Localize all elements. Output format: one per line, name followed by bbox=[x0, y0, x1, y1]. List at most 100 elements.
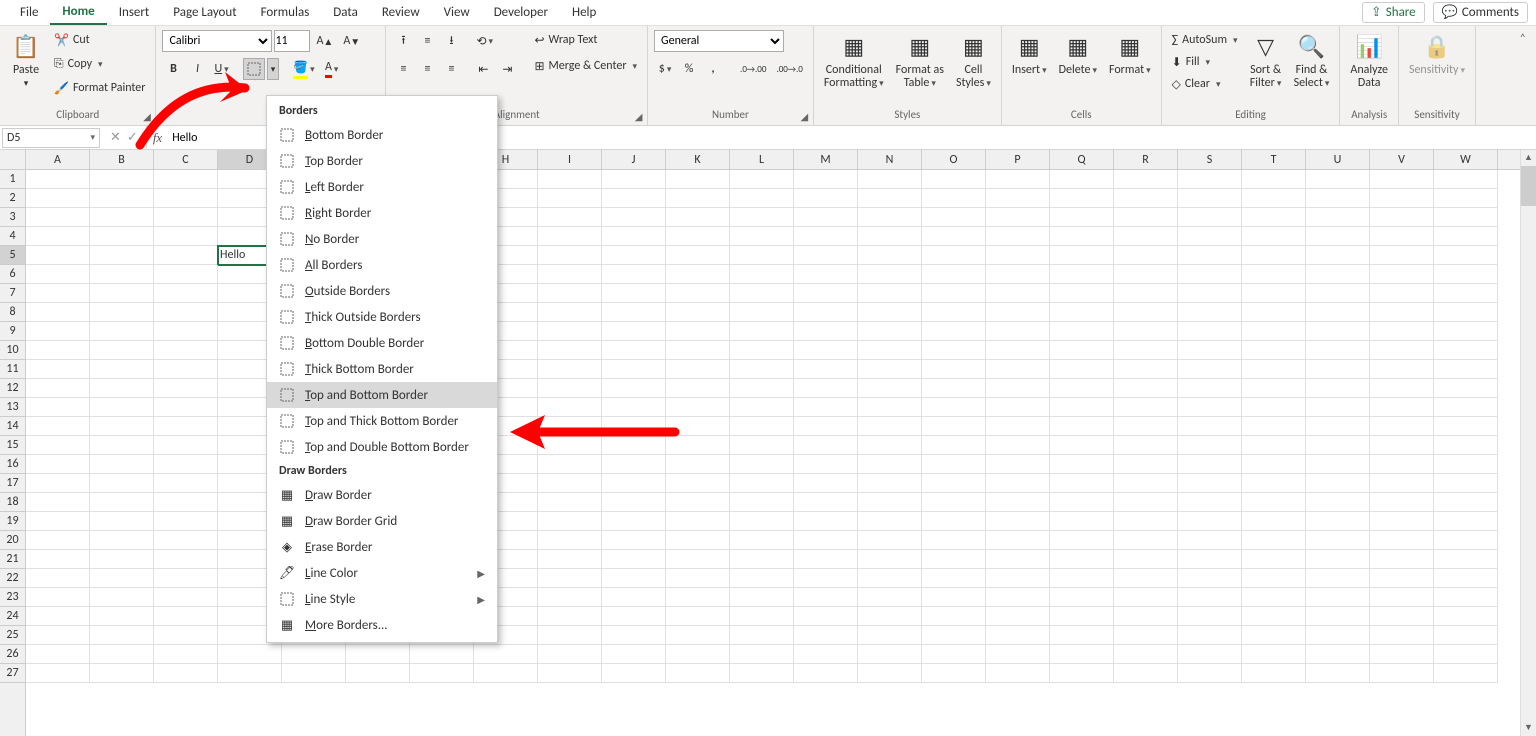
cell-N19[interactable] bbox=[858, 512, 922, 531]
cell-O13[interactable] bbox=[922, 398, 986, 417]
cell-Q21[interactable] bbox=[1050, 550, 1114, 569]
cell-A17[interactable] bbox=[26, 474, 90, 493]
cell-B19[interactable] bbox=[90, 512, 154, 531]
cell-M5[interactable] bbox=[794, 246, 858, 265]
cell-I27[interactable] bbox=[538, 664, 602, 683]
cell-T22[interactable] bbox=[1242, 569, 1306, 588]
cell-I23[interactable] bbox=[538, 588, 602, 607]
cell-R24[interactable] bbox=[1114, 607, 1178, 626]
cell-N18[interactable] bbox=[858, 493, 922, 512]
cell-P21[interactable] bbox=[986, 550, 1050, 569]
cell-W7[interactable] bbox=[1434, 284, 1498, 303]
copy-button[interactable]: ⎘Copy bbox=[50, 54, 149, 74]
cell-U11[interactable] bbox=[1306, 360, 1370, 379]
cell-W10[interactable] bbox=[1434, 341, 1498, 360]
cell-R11[interactable] bbox=[1114, 360, 1178, 379]
cell-A11[interactable] bbox=[26, 360, 90, 379]
cell-L24[interactable] bbox=[730, 607, 794, 626]
cell-J11[interactable] bbox=[602, 360, 666, 379]
font-color-button[interactable]: A bbox=[321, 58, 343, 80]
cell-E26[interactable] bbox=[282, 645, 346, 664]
cell-W15[interactable] bbox=[1434, 436, 1498, 455]
cell-Q15[interactable] bbox=[1050, 436, 1114, 455]
cell-B7[interactable] bbox=[90, 284, 154, 303]
column-header-R[interactable]: R bbox=[1114, 150, 1178, 169]
cell-O2[interactable] bbox=[922, 189, 986, 208]
scroll-down-button[interactable]: ▼ bbox=[1521, 720, 1536, 736]
cell-W20[interactable] bbox=[1434, 531, 1498, 550]
cell-V24[interactable] bbox=[1370, 607, 1434, 626]
cell-N21[interactable] bbox=[858, 550, 922, 569]
cell-A22[interactable] bbox=[26, 569, 90, 588]
cell-D27[interactable] bbox=[218, 664, 282, 683]
cell-B1[interactable] bbox=[90, 170, 154, 189]
cut-button[interactable]: ✂️Cut bbox=[50, 30, 149, 50]
cell-B27[interactable] bbox=[90, 664, 154, 683]
cell-W11[interactable] bbox=[1434, 360, 1498, 379]
cell-A14[interactable] bbox=[26, 417, 90, 436]
cell-L22[interactable] bbox=[730, 569, 794, 588]
cell-C22[interactable] bbox=[154, 569, 218, 588]
comments-button[interactable]: 💬 Comments bbox=[1433, 2, 1528, 23]
cell-R20[interactable] bbox=[1114, 531, 1178, 550]
cell-J6[interactable] bbox=[602, 265, 666, 284]
cell-T23[interactable] bbox=[1242, 588, 1306, 607]
cell-S5[interactable] bbox=[1178, 246, 1242, 265]
cell-I2[interactable] bbox=[538, 189, 602, 208]
cell-O20[interactable] bbox=[922, 531, 986, 550]
cell-A12[interactable] bbox=[26, 379, 90, 398]
cell-L14[interactable] bbox=[730, 417, 794, 436]
cell-W4[interactable] bbox=[1434, 227, 1498, 246]
cell-L6[interactable] bbox=[730, 265, 794, 284]
alignment-dialog-launcher[interactable]: ◢ bbox=[632, 110, 645, 123]
row-header-3[interactable]: 3 bbox=[0, 208, 25, 227]
cell-N10[interactable] bbox=[858, 341, 922, 360]
fx-icon[interactable]: fx bbox=[147, 130, 168, 146]
cell-L1[interactable] bbox=[730, 170, 794, 189]
cell-K26[interactable] bbox=[666, 645, 730, 664]
cell-L7[interactable] bbox=[730, 284, 794, 303]
cell-U22[interactable] bbox=[1306, 569, 1370, 588]
cell-W5[interactable] bbox=[1434, 246, 1498, 265]
cell-N15[interactable] bbox=[858, 436, 922, 455]
row-header-18[interactable]: 18 bbox=[0, 493, 25, 512]
cell-K13[interactable] bbox=[666, 398, 730, 417]
cell-T1[interactable] bbox=[1242, 170, 1306, 189]
cell-A20[interactable] bbox=[26, 531, 90, 550]
cell-W25[interactable] bbox=[1434, 626, 1498, 645]
cell-I17[interactable] bbox=[538, 474, 602, 493]
cell-U21[interactable] bbox=[1306, 550, 1370, 569]
cell-U2[interactable] bbox=[1306, 189, 1370, 208]
cell-K10[interactable] bbox=[666, 341, 730, 360]
cell-L21[interactable] bbox=[730, 550, 794, 569]
cell-S17[interactable] bbox=[1178, 474, 1242, 493]
tab-help[interactable]: Help bbox=[560, 1, 608, 24]
cell-Q5[interactable] bbox=[1050, 246, 1114, 265]
cell-I21[interactable] bbox=[538, 550, 602, 569]
row-header-19[interactable]: 19 bbox=[0, 512, 25, 531]
cell-Q26[interactable] bbox=[1050, 645, 1114, 664]
cell-U27[interactable] bbox=[1306, 664, 1370, 683]
cell-M8[interactable] bbox=[794, 303, 858, 322]
cell-A13[interactable] bbox=[26, 398, 90, 417]
cell-S1[interactable] bbox=[1178, 170, 1242, 189]
cell-S10[interactable] bbox=[1178, 341, 1242, 360]
cell-U16[interactable] bbox=[1306, 455, 1370, 474]
border-option-left-border[interactable]: Left Border bbox=[267, 174, 497, 200]
cell-J7[interactable] bbox=[602, 284, 666, 303]
cell-V14[interactable] bbox=[1370, 417, 1434, 436]
cell-B24[interactable] bbox=[90, 607, 154, 626]
cell-W18[interactable] bbox=[1434, 493, 1498, 512]
cell-H26[interactable] bbox=[474, 645, 538, 664]
cell-C8[interactable] bbox=[154, 303, 218, 322]
cell-V20[interactable] bbox=[1370, 531, 1434, 550]
column-header-C[interactable]: C bbox=[154, 150, 218, 169]
cell-P8[interactable] bbox=[986, 303, 1050, 322]
cell-K17[interactable] bbox=[666, 474, 730, 493]
cell-W16[interactable] bbox=[1434, 455, 1498, 474]
cell-U4[interactable] bbox=[1306, 227, 1370, 246]
delete-cells-button[interactable]: ▦Delete bbox=[1055, 30, 1101, 77]
cell-R10[interactable] bbox=[1114, 341, 1178, 360]
tab-formulas[interactable]: Formulas bbox=[249, 1, 322, 24]
cell-Q2[interactable] bbox=[1050, 189, 1114, 208]
